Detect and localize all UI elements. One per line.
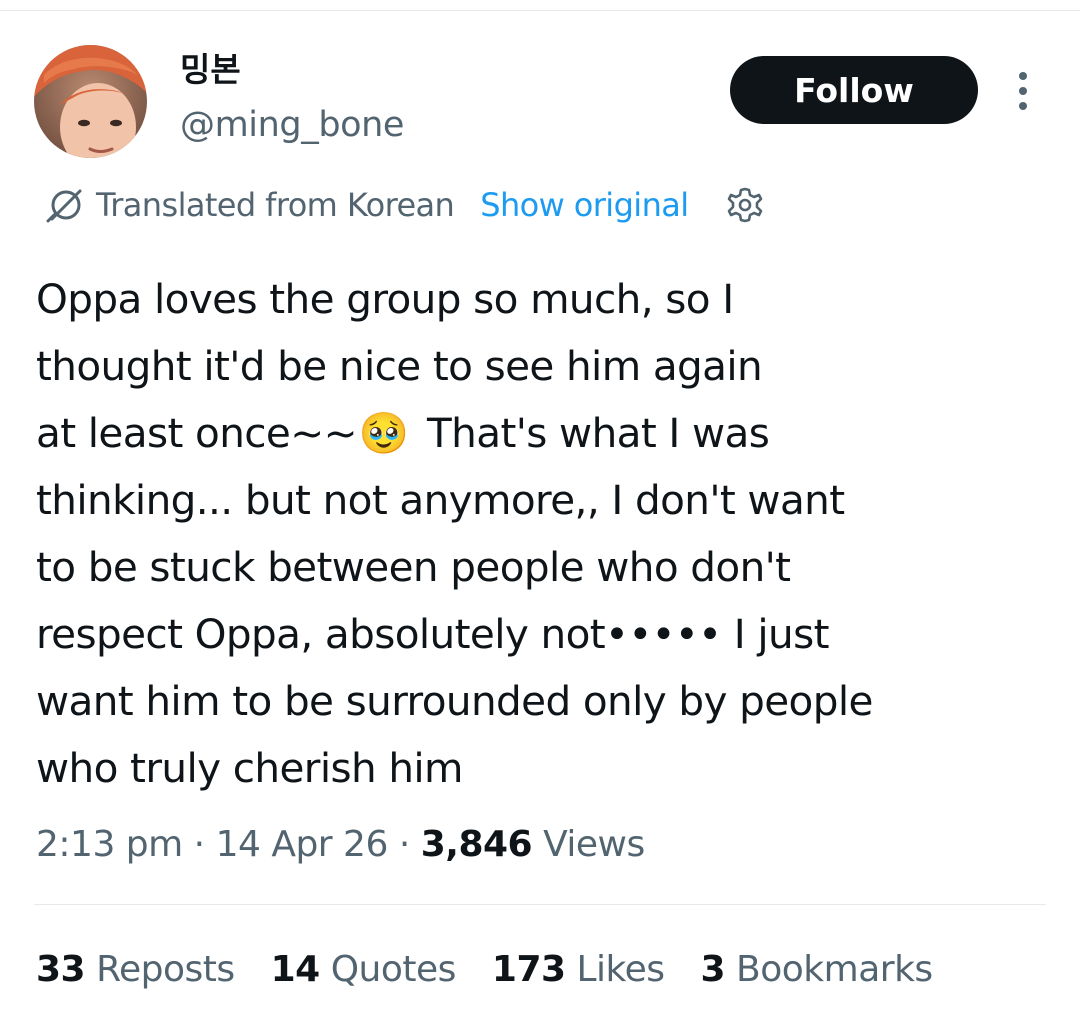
likes-stat[interactable]: 173 Likes bbox=[492, 945, 665, 995]
bookmarks-count: 3 bbox=[700, 949, 726, 990]
tweet-line-part: at least once~~ bbox=[36, 409, 358, 457]
tweet-line: who truly cherish him bbox=[36, 744, 464, 792]
likes-label: Likes bbox=[576, 949, 666, 990]
tweet-date[interactable]: 14 Apr 26 bbox=[216, 824, 389, 865]
tweet-meta: 2:13 pm · 14 Apr 26 · 3,846 Views bbox=[36, 820, 645, 870]
follow-button[interactable]: Follow bbox=[730, 56, 978, 124]
tweet-line: Oppa loves the group so much, so I bbox=[36, 275, 734, 323]
engagement-stats: 33 Reposts 14 Quotes 173 Likes 3 Bookmar… bbox=[36, 945, 969, 995]
gear-icon[interactable] bbox=[725, 185, 765, 225]
display-name[interactable]: 밍본 bbox=[180, 48, 241, 92]
more-vertical-icon[interactable] bbox=[1008, 70, 1038, 112]
tweet-line: to be stuck between people who don't bbox=[36, 543, 791, 591]
tweet-line: want him to be surrounded only by people bbox=[36, 677, 873, 725]
tweet-time[interactable]: 2:13 pm bbox=[36, 824, 183, 865]
bookmarks-stat[interactable]: 3 Bookmarks bbox=[700, 945, 934, 995]
reposts-label: Reposts bbox=[96, 949, 235, 990]
pleading-face-emoji-icon: 🥹 bbox=[358, 409, 409, 457]
quotes-stat[interactable]: 14 Quotes bbox=[270, 945, 457, 995]
tweet-line: thought it'd be nice to see him again bbox=[36, 342, 763, 390]
meta-separator: · bbox=[398, 824, 410, 865]
views-count: 3,846 bbox=[420, 824, 533, 865]
quotes-label: Quotes bbox=[330, 949, 457, 990]
divider bbox=[34, 904, 1046, 905]
tweet-line-part: That's what I was bbox=[427, 409, 770, 457]
tweet-text: Oppa loves the group so much, so I thoug… bbox=[36, 266, 1046, 802]
top-divider bbox=[0, 10, 1080, 11]
reposts-stat[interactable]: 33 Reposts bbox=[36, 945, 235, 995]
reposts-count: 33 bbox=[36, 949, 86, 990]
tweet-line: respect Oppa, absolutely not••••• I just bbox=[36, 610, 829, 658]
translate-slash-icon bbox=[46, 186, 84, 224]
meta-separator: · bbox=[193, 824, 205, 865]
show-original-link[interactable]: Show original bbox=[480, 186, 689, 224]
translated-label: Translated from Korean bbox=[96, 186, 455, 224]
views-label: Views bbox=[543, 824, 645, 865]
avatar[interactable] bbox=[34, 45, 147, 158]
user-handle[interactable]: @ming_bone bbox=[180, 103, 404, 147]
likes-count: 173 bbox=[491, 949, 566, 990]
translation-bar: Translated from Korean Show original bbox=[46, 180, 765, 230]
bookmarks-label: Bookmarks bbox=[736, 949, 933, 990]
tweet-line: thinking... but not anymore,, I don't wa… bbox=[36, 476, 845, 524]
quotes-count: 14 bbox=[270, 949, 321, 990]
tweet-line: at least once~~🥹 That's what I was bbox=[36, 400, 1046, 467]
avatar-image bbox=[34, 45, 147, 158]
